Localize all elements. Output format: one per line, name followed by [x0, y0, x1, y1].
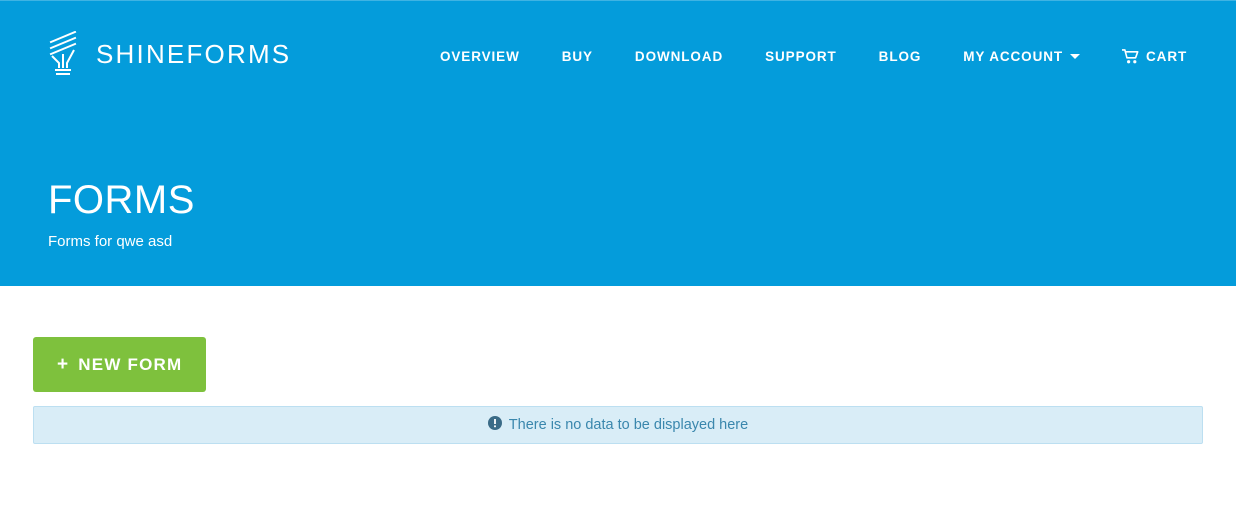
- shopping-cart-icon: [1122, 48, 1146, 64]
- nav-item-cart[interactable]: CART: [1122, 48, 1187, 64]
- page-subtitle: Forms for qwe asd: [48, 233, 173, 250]
- plus-icon: +: [57, 354, 70, 375]
- chevron-down-icon: [1070, 53, 1081, 59]
- new-form-button-label: NEW FORM: [78, 354, 183, 374]
- empty-state-alert: There is no data to be displayed here: [33, 406, 1203, 444]
- nav-item-buy[interactable]: BUY: [562, 49, 593, 64]
- page-header-hero: SHINEFORMS OVERVIEW BUY DOWNLOAD SUPPORT…: [0, 0, 1236, 286]
- nav-item-blog[interactable]: BLOG: [879, 49, 922, 64]
- page-title: FORMS: [48, 178, 195, 222]
- nav-item-label: BUY: [561, 48, 593, 64]
- new-form-button[interactable]: + NEW FORM: [33, 337, 207, 392]
- main-content: + NEW FORM There is no data to be displa…: [0, 286, 1236, 511]
- nav-item-label: CART: [1146, 48, 1188, 64]
- nav-item-label: BLOG: [878, 48, 922, 64]
- nav-item-my-account[interactable]: MY ACCOUNT: [963, 48, 1081, 64]
- nav-item-label: SUPPORT: [765, 48, 837, 64]
- nav-item-label: MY ACCOUNT: [963, 48, 1064, 64]
- nav-item-support[interactable]: SUPPORT: [765, 49, 837, 64]
- brand-logo-link[interactable]: SHINEFORMS: [48, 29, 291, 79]
- brand-name: SHINEFORMS: [96, 39, 292, 69]
- nav-item-download[interactable]: DOWNLOAD: [635, 49, 723, 64]
- empty-state-message: There is no data to be displayed here: [508, 416, 749, 433]
- navbar: SHINEFORMS OVERVIEW BUY DOWNLOAD SUPPORT…: [0, 1, 1236, 105]
- exclamation-circle-icon: [487, 416, 509, 434]
- lightbulb-icon: [48, 31, 78, 77]
- hero-text-block: FORMS Forms for qwe asd: [48, 177, 195, 252]
- nav-item-label: DOWNLOAD: [634, 48, 724, 64]
- nav-item-label: OVERVIEW: [440, 48, 520, 64]
- main-navigation: OVERVIEW BUY DOWNLOAD SUPPORT BLOG MY AC…: [440, 43, 1187, 69]
- nav-item-overview[interactable]: OVERVIEW: [440, 49, 520, 64]
